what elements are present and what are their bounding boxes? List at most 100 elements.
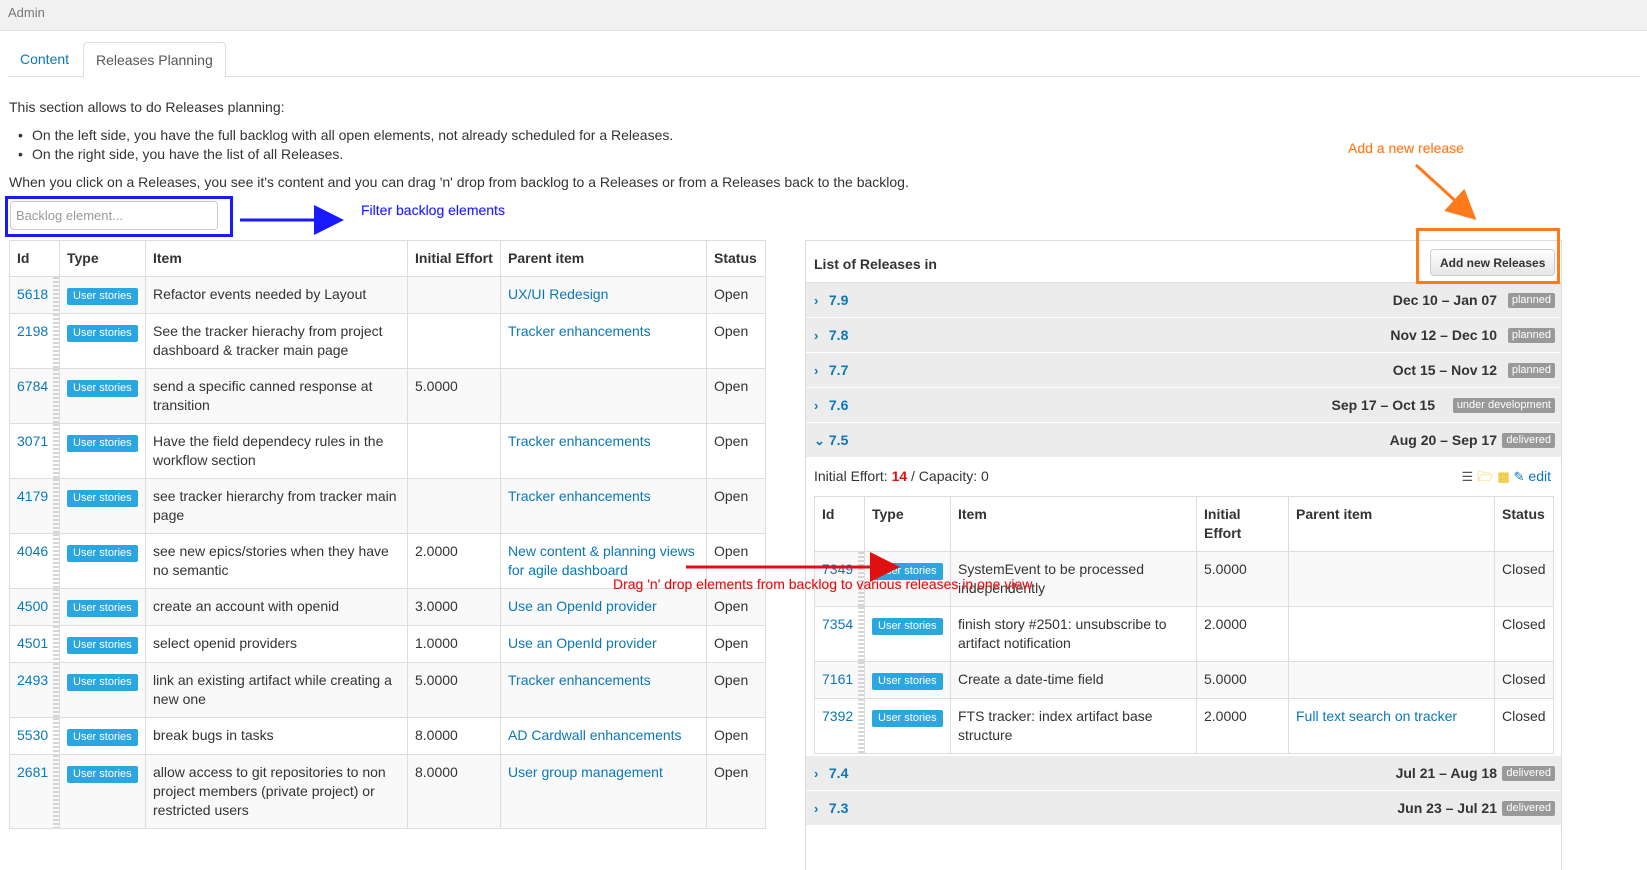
- backlog-row[interactable]: 3071 User stories Have the field depende…: [9, 423, 766, 479]
- release-row[interactable]: › 7.7 Oct 15 – Nov 12 planned: [806, 353, 1561, 388]
- parent-item-link[interactable]: Tracker enhancements: [508, 488, 651, 504]
- backlog-filter-input[interactable]: [10, 201, 218, 230]
- parent-cell: Tracker enhancements: [500, 662, 707, 718]
- item-id-link[interactable]: 6784: [17, 378, 48, 394]
- chevron-right-icon: ›: [814, 801, 819, 816]
- release-dates: Nov 12 – Dec 10: [1390, 327, 1497, 343]
- annotation-add-release: Add a new release: [1348, 140, 1464, 156]
- col-status[interactable]: Status: [1494, 496, 1554, 552]
- release-row[interactable]: 7392 User stories FTS tracker: index art…: [814, 698, 1554, 754]
- col-id[interactable]: Id: [9, 240, 60, 277]
- release-row[interactable]: › 7.4 Jul 21 – Aug 18 delivered: [806, 756, 1561, 791]
- col-type[interactable]: Type: [864, 496, 951, 552]
- release-name-label: 7.9: [828, 292, 849, 308]
- parent-cell: Use an OpenId provider: [500, 588, 707, 626]
- status-cell: Open: [706, 754, 766, 829]
- status-cell: Open: [706, 368, 766, 424]
- backlog-row[interactable]: 4179 User stories see tracker hierarchy …: [9, 478, 766, 534]
- item-id-link[interactable]: 7392: [822, 708, 853, 724]
- parent-item-link[interactable]: Tracker enhancements: [508, 323, 651, 339]
- item-id-link[interactable]: 7161: [822, 671, 853, 687]
- edit-link[interactable]: edit: [1528, 468, 1551, 484]
- release-dates: Oct 15 – Nov 12: [1392, 362, 1497, 378]
- col-type[interactable]: Type: [59, 240, 146, 277]
- item-id-link[interactable]: 4046: [17, 543, 48, 559]
- item-id-link[interactable]: 7354: [822, 616, 853, 632]
- add-folder-icon[interactable]: 🗁: [1477, 468, 1493, 490]
- release-name[interactable]: › 7.9: [814, 292, 848, 308]
- item-id-link[interactable]: 3071: [17, 433, 48, 449]
- parent-item-link[interactable]: User group management: [508, 764, 663, 780]
- backlog-row[interactable]: 4501 User stories select openid provider…: [9, 625, 766, 663]
- status-cell: Open: [706, 423, 766, 479]
- parent-cell: [500, 368, 707, 424]
- tab-releases-planning[interactable]: Releases Planning: [83, 42, 226, 78]
- backlog-row[interactable]: 5618 User stories Refactor events needed…: [9, 276, 766, 314]
- release-name[interactable]: ⌄ 7.5: [814, 432, 848, 449]
- release-row[interactable]: › 7.3 Jun 23 – Jul 21 delivered: [806, 791, 1561, 826]
- release-row[interactable]: › 7.8 Nov 12 – Dec 10 planned: [806, 318, 1561, 353]
- effort-label: Initial Effort:: [814, 468, 892, 484]
- type-cell: User stories: [59, 423, 146, 479]
- parent-item-link[interactable]: Use an OpenId provider: [508, 635, 657, 651]
- backlog-row[interactable]: 2198 User stories See the tracker hierac…: [9, 313, 766, 369]
- type-badge: User stories: [67, 490, 138, 507]
- release-row-expanded[interactable]: ⌄ 7.5 Aug 20 – Sep 17 delivered: [806, 423, 1561, 458]
- col-id[interactable]: Id: [814, 496, 865, 552]
- item-id-link[interactable]: 2198: [17, 323, 48, 339]
- col-parent-item[interactable]: Parent item: [1288, 496, 1495, 552]
- release-name[interactable]: › 7.3: [814, 800, 848, 816]
- item-id-link[interactable]: 5530: [17, 727, 48, 743]
- item-id-link[interactable]: 7349: [822, 561, 853, 577]
- item-id-link[interactable]: 4500: [17, 598, 48, 614]
- release-name-label: 7.4: [828, 765, 849, 781]
- release-name[interactable]: › 7.4: [814, 765, 848, 781]
- status-cell: Open: [706, 588, 766, 626]
- release-name[interactable]: › 7.7: [814, 362, 848, 378]
- edit-icon[interactable]: ✎: [1514, 469, 1525, 485]
- effort-cell: 2.0000: [1196, 606, 1289, 662]
- item-id-link[interactable]: 5618: [17, 286, 48, 302]
- effort-cell: 3.0000: [407, 588, 501, 626]
- parent-item-link[interactable]: Use an OpenId provider: [508, 598, 657, 614]
- effort-cell: 8.0000: [407, 717, 501, 755]
- breadcrumb-admin[interactable]: Admin: [8, 5, 45, 20]
- parent-item-link[interactable]: Full text search on tracker: [1296, 708, 1457, 724]
- backlog-row[interactable]: 4500 User stories create an account with…: [9, 588, 766, 626]
- type-badge: User stories: [872, 673, 943, 690]
- parent-item-link[interactable]: UX/UI Redesign: [508, 286, 608, 302]
- backlog-row[interactable]: 6784 User stories send a specific canned…: [9, 368, 766, 424]
- item-cell: see new epics/stories when they have no …: [145, 533, 408, 589]
- backlog-row[interactable]: 2493 User stories link an existing artif…: [9, 662, 766, 718]
- parent-item-link[interactable]: Tracker enhancements: [508, 433, 651, 449]
- col-initial-effort[interactable]: Initial Effort: [1196, 496, 1289, 552]
- status-cell: Open: [706, 478, 766, 534]
- chevron-right-icon: ›: [814, 328, 819, 343]
- item-id-link[interactable]: 4179: [17, 488, 48, 504]
- parent-item-link[interactable]: Tracker enhancements: [508, 672, 651, 688]
- item-id-link[interactable]: 4501: [17, 635, 48, 651]
- item-id-link[interactable]: 2681: [17, 764, 48, 780]
- folder-icon[interactable]: ▩: [1497, 469, 1509, 485]
- release-row[interactable]: 7354 User stories finish story #2501: un…: [814, 606, 1554, 662]
- release-name[interactable]: › 7.8: [814, 327, 848, 343]
- id-cell: 7354: [814, 606, 865, 662]
- col-status[interactable]: Status: [706, 240, 766, 277]
- release-row[interactable]: › 7.9 Dec 10 – Jan 07 planned: [806, 283, 1561, 318]
- parent-item-link[interactable]: New content & planning views for agile d…: [508, 543, 695, 578]
- col-parent-item[interactable]: Parent item: [500, 240, 707, 277]
- item-id-link[interactable]: 2493: [17, 672, 48, 688]
- col-item[interactable]: Item: [145, 240, 408, 277]
- col-item[interactable]: Item: [950, 496, 1197, 552]
- release-status-badge: planned: [1507, 363, 1555, 378]
- parent-item-link[interactable]: AD Cardwall enhancements: [508, 727, 682, 743]
- col-initial-effort[interactable]: Initial Effort: [407, 240, 501, 277]
- release-name[interactable]: › 7.6: [814, 397, 848, 413]
- id-cell: 2198: [9, 313, 60, 369]
- backlog-row[interactable]: 2681 User stories allow access to git re…: [9, 754, 766, 829]
- backlog-row[interactable]: 5530 User stories break bugs in tasks 8.…: [9, 717, 766, 755]
- release-row[interactable]: › 7.6 Sep 17 – Oct 15 under development: [806, 388, 1561, 423]
- list-icon[interactable]: ☰: [1462, 469, 1474, 485]
- release-row[interactable]: 7161 User stories Create a date-time fie…: [814, 661, 1554, 699]
- tab-content[interactable]: Content: [8, 42, 81, 77]
